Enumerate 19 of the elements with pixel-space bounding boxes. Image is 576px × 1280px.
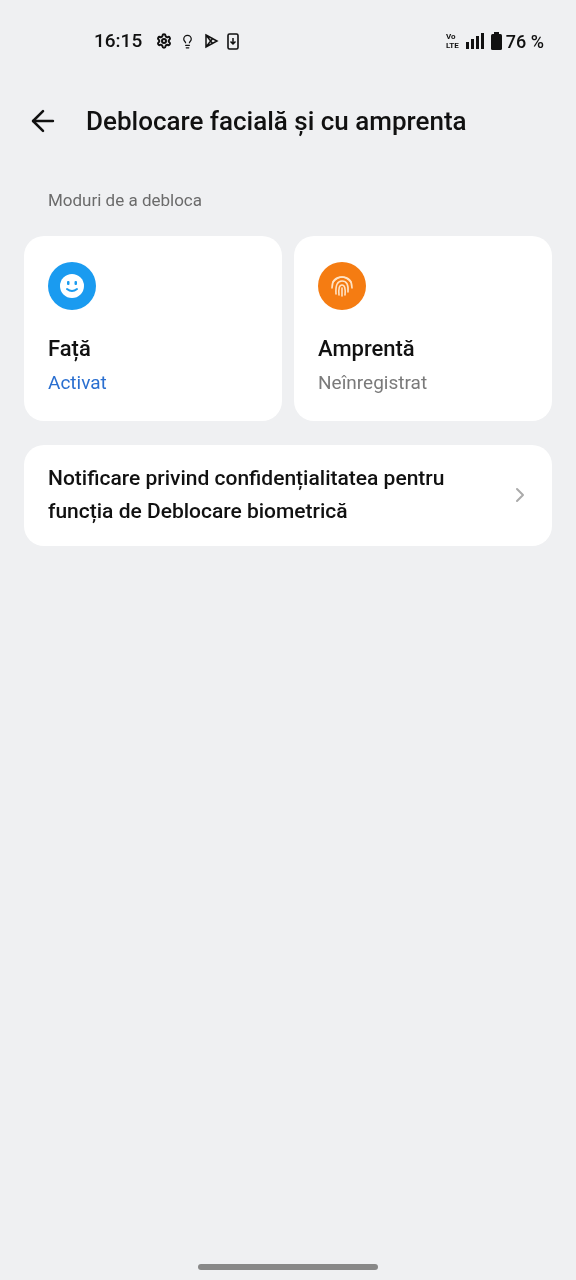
signal-icon: [464, 33, 485, 49]
battery-percent: 76 %: [505, 29, 544, 54]
settings-icon: [156, 33, 173, 49]
battery-icon: [490, 32, 502, 50]
unlock-method-card[interactable]: Față Activat: [24, 235, 282, 421]
page-title: Deblocare facială și cu amprenta: [86, 104, 467, 138]
section-title: Moduri de a debloca: [48, 189, 203, 212]
method-status: Activat: [48, 369, 107, 396]
unlock-method-card[interactable]: Amprentă Neînregistrat: [294, 235, 552, 421]
method-title: Față: [48, 334, 91, 364]
download-phone-icon: [227, 32, 240, 50]
face-icon: [48, 261, 96, 310]
method-status: Neînregistrat: [318, 369, 428, 396]
status-time: 16:15: [94, 27, 143, 54]
fingerprint-icon: [318, 261, 366, 310]
privacy-notice-item[interactable]: Notificare privind confidențialitatea pentru funcția de Deblocare biometrică: [24, 444, 552, 546]
method-title: Amprentă: [318, 334, 415, 363]
volte-label: Vo LTE: [445, 32, 459, 50]
play-icon: [203, 33, 220, 49]
